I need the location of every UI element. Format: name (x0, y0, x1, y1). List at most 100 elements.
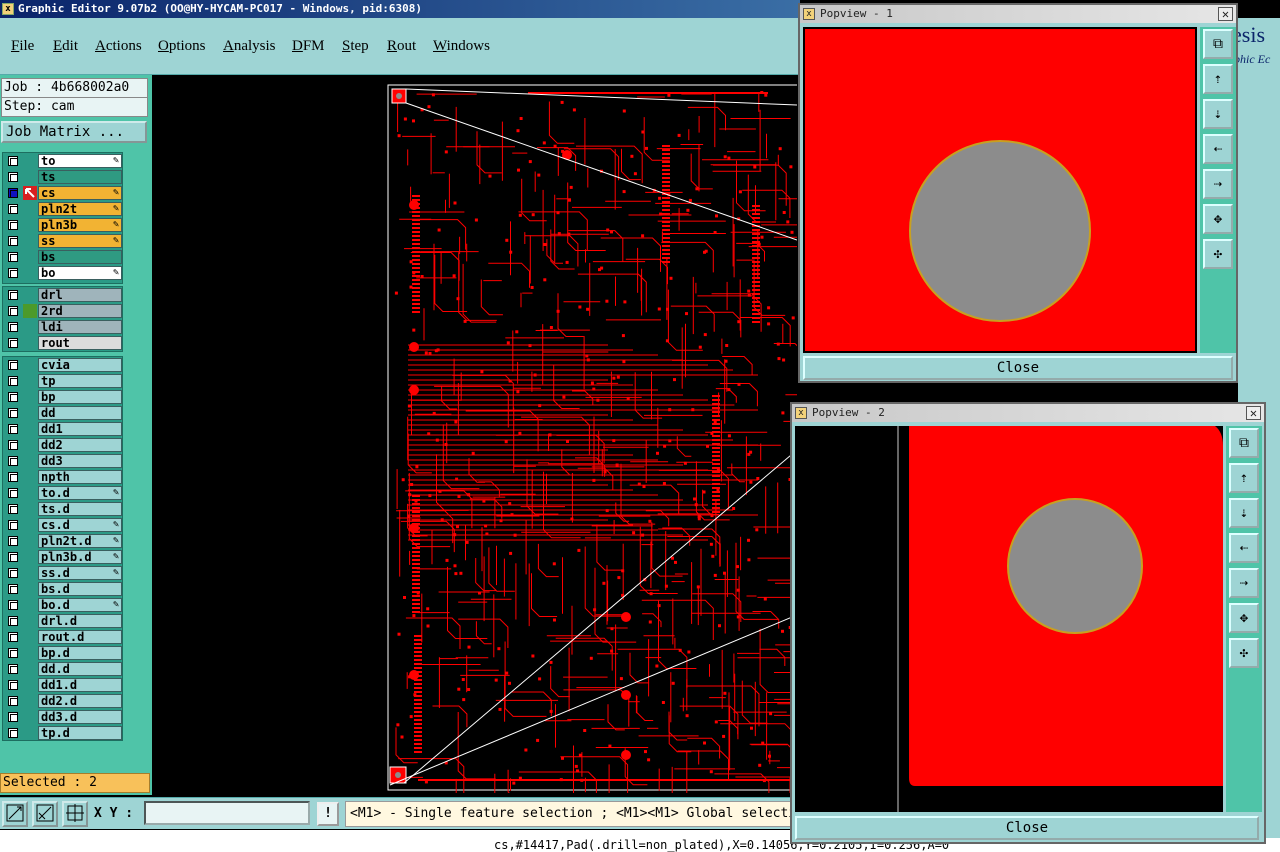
layer-name[interactable]: dd3 (38, 454, 122, 468)
layer-checkbox[interactable] (8, 520, 18, 530)
layer-name[interactable]: ss.d ✎ (38, 566, 122, 580)
layer-row-2rd[interactable]: 2rd (3, 303, 122, 319)
layer-checkbox[interactable] (8, 488, 18, 498)
layer-name[interactable]: bs.d (38, 582, 122, 596)
layer-row-dd[interactable]: dd (3, 405, 122, 421)
job-matrix-button[interactable]: Job Matrix ... (1, 121, 147, 143)
layer-name[interactable]: rout (38, 336, 122, 350)
pcb-layout[interactable] (152, 75, 797, 793)
layer-name[interactable]: npth (38, 470, 122, 484)
layer-row-bp-d[interactable]: bp.d (3, 645, 122, 661)
layer-name[interactable]: pln2t.d ✎ (38, 534, 122, 548)
layer-row-cs-d[interactable]: cs.d ✎ (3, 517, 122, 533)
pan-left-icon[interactable]: ⇠ (1203, 134, 1233, 164)
layer-name[interactable]: tp.d (38, 726, 122, 740)
layer-checkbox[interactable] (8, 172, 18, 182)
layer-name[interactable]: 2rd (38, 304, 122, 318)
layer-checkbox[interactable] (8, 156, 18, 166)
zoom-out-icon[interactable]: ✣ (1203, 239, 1233, 269)
layer-name[interactable]: dd3.d (38, 710, 122, 724)
layer-name[interactable]: dd2.d (38, 694, 122, 708)
layer-row-bs-d[interactable]: bs.d (3, 581, 122, 597)
layer-row-tp-d[interactable]: tp.d (3, 725, 122, 741)
layer-checkbox[interactable] (8, 290, 18, 300)
popview-2-close-button[interactable]: Close (795, 816, 1259, 840)
layer-name[interactable]: pln3b.d ✎ (38, 550, 122, 564)
pan-down-icon[interactable]: ⇣ (1229, 498, 1259, 528)
menu-file[interactable]: File (11, 38, 34, 55)
close-icon[interactable]: ✕ (1246, 406, 1261, 420)
layer-checkbox[interactable] (8, 728, 18, 738)
layer-checkbox[interactable] (8, 648, 18, 658)
layer-name[interactable]: ldi (38, 320, 122, 334)
layer-name[interactable]: bo.d ✎ (38, 598, 122, 612)
layer-row-ss[interactable]: ss ✎ (3, 233, 122, 249)
layer-checkbox[interactable] (8, 504, 18, 514)
graphic-canvas[interactable] (152, 75, 797, 793)
layer-name[interactable]: to.d ✎ (38, 486, 122, 500)
layer-row-cs[interactable]: cs ✎ (3, 185, 122, 201)
layer-checkbox[interactable] (8, 376, 18, 386)
layer-name[interactable]: dd1 (38, 422, 122, 436)
layer-row-dd3-d[interactable]: dd3.d (3, 709, 122, 725)
layer-checkbox[interactable] (8, 600, 18, 610)
layer-row-bo-d[interactable]: bo.d ✎ (3, 597, 122, 613)
layer-row-dd2[interactable]: dd2 (3, 437, 122, 453)
layer-checkbox[interactable] (8, 584, 18, 594)
layer-row-ts[interactable]: ts (3, 169, 122, 185)
layer-row-pln2t-d[interactable]: pln2t.d ✎ (3, 533, 122, 549)
menu-options[interactable]: Options (158, 38, 206, 55)
layer-row-pln3b-d[interactable]: pln3b.d ✎ (3, 549, 122, 565)
layer-checkbox[interactable] (8, 338, 18, 348)
layer-name[interactable]: drl.d (38, 614, 122, 628)
layer-name[interactable]: dd1.d (38, 678, 122, 692)
zoom-window-icon[interactable]: ⧉ (1229, 428, 1259, 458)
menu-actions[interactable]: Actions (95, 38, 142, 55)
layer-checkbox[interactable] (8, 360, 18, 370)
layer-checkbox[interactable] (8, 204, 18, 214)
menu-analysis[interactable]: Analysis (223, 38, 276, 55)
popview-2-view[interactable] (795, 426, 1223, 812)
layer-row-to[interactable]: to ✎ (3, 153, 122, 169)
layer-row-dd1-d[interactable]: dd1.d (3, 677, 122, 693)
layer-name[interactable]: bo ✎ (38, 266, 122, 280)
layer-checkbox[interactable] (8, 712, 18, 722)
layer-name[interactable]: pln2t ✎ (38, 202, 122, 216)
layer-checkbox[interactable] (8, 472, 18, 482)
layer-name[interactable]: dd2 (38, 438, 122, 452)
measure-icon[interactable] (32, 801, 58, 827)
layer-checkbox[interactable] (8, 268, 18, 278)
layer-row-pln3b[interactable]: pln3b ✎ (3, 217, 122, 233)
layer-row-to-d[interactable]: to.d ✎ (3, 485, 122, 501)
layer-checkbox[interactable] (8, 252, 18, 262)
menu-edit[interactable]: Edit (53, 38, 78, 55)
popview-1-view[interactable] (803, 27, 1197, 353)
layer-row-bs[interactable]: bs (3, 249, 122, 265)
layer-checkbox[interactable] (8, 696, 18, 706)
layer-checkbox[interactable] (8, 408, 18, 418)
zoom-area-icon[interactable] (2, 801, 28, 827)
layer-row-dd-d[interactable]: dd.d (3, 661, 122, 677)
layer-checkbox[interactable] (8, 568, 18, 578)
layer-name[interactable]: ts.d (38, 502, 122, 516)
layer-name[interactable]: dd (38, 406, 122, 420)
layer-checkbox[interactable] (8, 456, 18, 466)
layer-checkbox[interactable] (8, 392, 18, 402)
layer-checkbox[interactable] (8, 188, 18, 198)
layer-name[interactable]: tp (38, 374, 122, 388)
zoom-window-icon[interactable]: ⧉ (1203, 29, 1233, 59)
layer-checkbox[interactable] (8, 552, 18, 562)
pan-up-icon[interactable]: ⇡ (1203, 64, 1233, 94)
snap-grid-icon[interactable] (62, 801, 88, 827)
layer-row-cvia[interactable]: cvia (3, 357, 122, 373)
layer-name[interactable]: cs.d ✎ (38, 518, 122, 532)
layer-checkbox[interactable] (8, 680, 18, 690)
layer-row-dd2-d[interactable]: dd2.d (3, 693, 122, 709)
layer-name[interactable]: bp (38, 390, 122, 404)
pan-left-icon[interactable]: ⇠ (1229, 533, 1259, 563)
layer-name[interactable]: rout.d (38, 630, 122, 644)
layer-checkbox[interactable] (8, 306, 18, 316)
pan-right-icon[interactable]: ⇢ (1203, 169, 1233, 199)
layer-row-bp[interactable]: bp (3, 389, 122, 405)
layer-row-rout[interactable]: rout (3, 335, 122, 351)
